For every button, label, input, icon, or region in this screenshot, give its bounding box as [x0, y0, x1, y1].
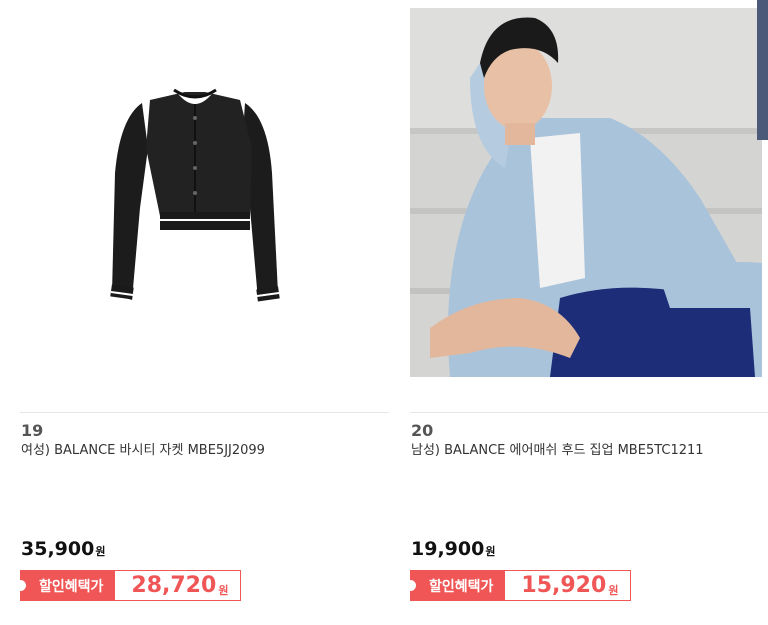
price-unit: 원	[95, 545, 106, 558]
divider	[410, 412, 768, 413]
notch-decoration	[15, 580, 26, 591]
sale-price: 15,920 원	[505, 571, 630, 600]
sale-price: 28,720 원	[115, 571, 240, 600]
price-value: 19,900	[411, 538, 485, 560]
sale-price-value: 15,920	[521, 573, 607, 598]
rank-number: 20	[411, 421, 434, 440]
benefit-tag: 할인혜택가	[405, 571, 506, 600]
sale-price-unit: 원	[218, 583, 229, 597]
product-image-hood-zipup[interactable]	[410, 8, 762, 377]
benefit-tag: 할인혜택가	[15, 571, 116, 600]
model-photo-icon	[410, 8, 762, 377]
notch-decoration	[405, 580, 416, 591]
scrollbar-thumb[interactable]	[757, 0, 768, 140]
benefit-label: 할인혜택가	[39, 578, 104, 595]
price-value: 35,900	[21, 538, 95, 560]
benefit-label: 할인혜택가	[429, 578, 494, 595]
product-title[interactable]: 남성) BALANCE 에어매쉬 후드 집업 MBE5TC1211	[411, 442, 704, 460]
product-title[interactable]: 여성) BALANCE 바시티 자켓 MBE5JJ2099	[21, 442, 265, 460]
rank-number: 19	[21, 421, 44, 440]
regular-price: 35,900원	[21, 536, 105, 565]
price-unit: 원	[485, 545, 496, 558]
discount-benefit-box: 할인혜택가 28,720 원	[15, 570, 242, 601]
divider	[20, 412, 389, 413]
product-image-jacket[interactable]	[20, 8, 372, 377]
regular-price: 19,900원	[411, 536, 495, 565]
sale-price-value: 28,720	[131, 573, 217, 598]
sale-price-unit: 원	[608, 583, 619, 597]
black-varsity-jacket-icon	[110, 88, 280, 302]
discount-benefit-box: 할인혜택가 15,920 원	[405, 570, 632, 601]
